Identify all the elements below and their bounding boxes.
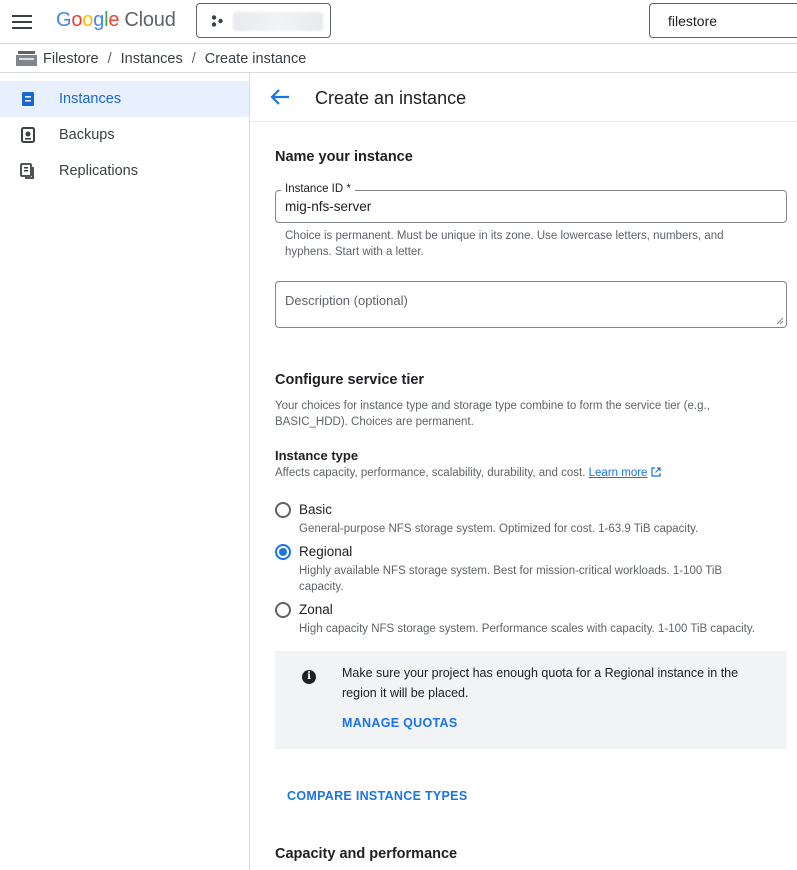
service-tier-help: Your choices for instance type and stora… <box>275 400 710 428</box>
instance-type-help: Affects capacity, performance, scalabili… <box>275 465 661 481</box>
project-picker-button[interactable] <box>196 3 331 38</box>
quota-info-text: Make sure your project has enough quota … <box>342 666 739 700</box>
sidebar-item-instances[interactable]: Instances <box>0 81 249 117</box>
instance-id-field[interactable]: Instance ID * mig-nfs-server <box>275 183 787 223</box>
breadcrumb-separator: / <box>191 51 196 67</box>
section-title-capacity: Capacity and performance <box>275 846 458 862</box>
back-arrow-icon[interactable] <box>269 87 291 107</box>
redacted-project-name <box>233 12 323 31</box>
radio-label-basic: Basic <box>299 502 333 517</box>
radio-label-regional: Regional <box>299 544 353 559</box>
radio-label-zonal: Zonal <box>299 602 333 617</box>
external-link-icon <box>651 467 661 477</box>
instance-id-value: mig-nfs-server <box>285 199 372 214</box>
breadcrumb-instances[interactable]: Instances <box>121 51 183 67</box>
instances-icon <box>22 92 34 106</box>
sidebar-item-backups[interactable]: Backups <box>0 117 249 153</box>
radio-desc-zonal: High capacity NFS storage system. Perfor… <box>299 623 755 635</box>
top-bar: Google Cloud filestore <box>0 0 797 44</box>
filestore-icon <box>16 51 37 66</box>
instance-id-help: Choice is permanent. Must be unique in i… <box>285 230 724 258</box>
project-hub-icon <box>211 15 223 27</box>
breadcrumb-filestore[interactable]: Filestore <box>43 51 99 67</box>
replications-icon <box>20 163 34 179</box>
info-icon: i <box>302 670 316 684</box>
manage-quotas-button[interactable]: MANAGE QUOTAS <box>342 716 457 730</box>
quota-info-box: i Make sure your project has enough quot… <box>275 651 787 749</box>
description-field[interactable]: Description (optional) <box>275 281 787 328</box>
instance-id-label: Instance ID * <box>281 183 355 195</box>
radio-desc-regional: Highly available NFS storage system. Bes… <box>299 565 723 593</box>
sidebar-item-label: Backups <box>59 127 115 143</box>
main-menu-icon[interactable] <box>12 12 34 32</box>
learn-more-link[interactable]: Learn more <box>589 467 648 479</box>
radio-button-basic[interactable] <box>275 502 291 518</box>
compare-instance-types-button[interactable]: COMPARE INSTANCE TYPES <box>287 789 467 803</box>
backups-icon <box>21 127 35 143</box>
page-title: Create an instance <box>315 88 467 108</box>
description-placeholder: Description (optional) <box>285 293 408 308</box>
sidebar-item-label: Instances <box>59 91 122 107</box>
breadcrumb-separator: / <box>107 51 112 67</box>
page-header: Create an instance <box>251 73 797 122</box>
radio-desc-basic: General-purpose NFS storage system. Opti… <box>299 523 699 535</box>
google-cloud-logo[interactable]: Google Cloud <box>56 9 176 32</box>
radio-button-zonal[interactable] <box>275 602 291 618</box>
section-title-name: Name your instance <box>275 149 413 165</box>
sidebar-item-label: Replications <box>59 163 138 179</box>
main-content: Create an instance Name your instance In… <box>251 73 797 870</box>
instance-type-title: Instance type <box>275 448 359 463</box>
sidebar: Instances Backups Replications <box>0 73 250 870</box>
radio-button-regional[interactable] <box>275 544 291 560</box>
resize-handle-icon[interactable] <box>776 317 784 325</box>
sidebar-item-replications[interactable]: Replications <box>0 153 249 189</box>
search-input[interactable]: filestore <box>649 3 797 38</box>
section-title-service-tier: Configure service tier <box>275 372 425 388</box>
breadcrumb-create-instance: Create instance <box>204 51 307 67</box>
breadcrumb: Filestore / Instances / Create instance <box>0 44 797 73</box>
